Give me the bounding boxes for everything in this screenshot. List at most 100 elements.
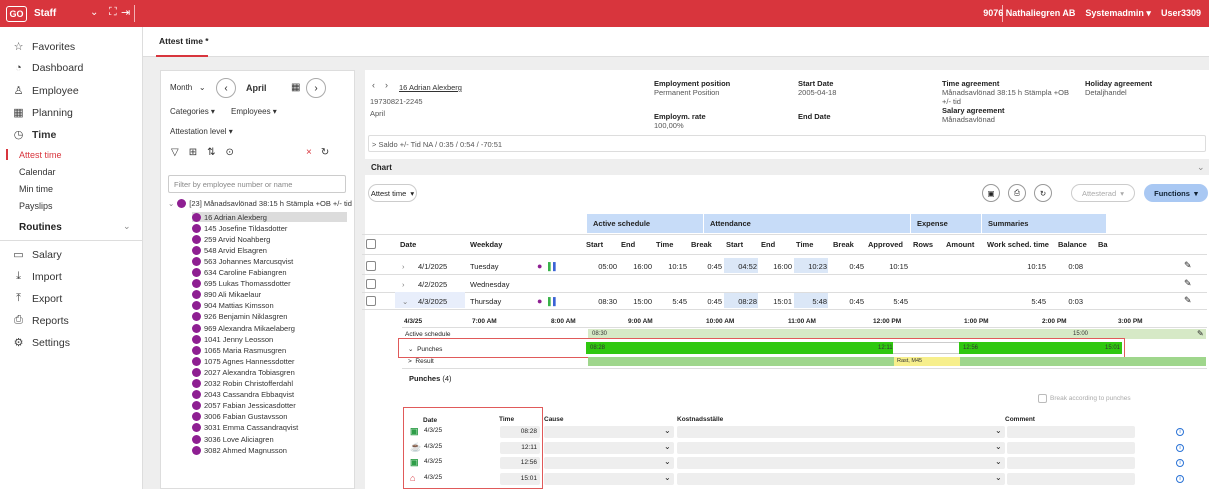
check-circle-icon[interactable]: ⊙ [225, 147, 233, 158]
close-icon[interactable]: × [306, 147, 312, 158]
info-icon[interactable]: i [1176, 474, 1184, 483]
nav-favorites[interactable]: ☆ Favorites [0, 40, 143, 54]
edit-icon[interactable]: ✎ [1184, 278, 1192, 289]
prev-employee-icon[interactable]: ‹ [372, 81, 375, 90]
app-logo[interactable]: GO [6, 5, 27, 22]
nav-reports[interactable]: ⎙ Reports [0, 314, 143, 327]
nav-attest-time[interactable]: Attest time [19, 150, 62, 160]
chart-section-header[interactable]: Chart [365, 159, 1209, 175]
employee-item[interactable]: 695 Lukas Thomassdotter [192, 279, 347, 289]
edit-icon[interactable]: ✎ [1184, 260, 1192, 271]
employee-item[interactable]: 634 Caroline Fabiangren [192, 268, 347, 278]
attest-time-select[interactable]: Attest time ▾ [368, 184, 417, 202]
employee-item[interactable]: 2043 Cassandra Ebbaqvist [192, 390, 347, 400]
row-checkbox[interactable] [366, 261, 376, 271]
employee-item[interactable]: 3031 Emma Cassandraqvist [192, 423, 347, 433]
employee-item[interactable]: 2032 Robin Christofferdahl [192, 379, 347, 389]
employee-item[interactable]: 2027 Alexandra Tobiasgren [192, 367, 347, 377]
row-chevron-right-icon[interactable]: › [402, 262, 405, 271]
next-employee-icon[interactable]: › [385, 81, 388, 90]
punch-cost-select[interactable] [677, 457, 1005, 469]
employee-item[interactable]: 259 Arvid Noahberg [192, 234, 347, 244]
info-icon[interactable]: i [1176, 459, 1184, 467]
reload-icon[interactable]: ↻ [1034, 184, 1052, 202]
punch-comment-field[interactable] [1007, 426, 1135, 438]
refresh-icon[interactable]: ↻ [321, 147, 329, 158]
employee-filter-input[interactable]: Filter by employee number or name [168, 175, 346, 193]
nav-time[interactable]: ◷ Time [0, 128, 143, 142]
employee-item[interactable]: 548 Arvid Elsagren [192, 245, 347, 255]
punch-cost-select[interactable] [677, 441, 1005, 454]
nav-min-time[interactable]: Min time [19, 184, 53, 194]
employee-item[interactable]: 969 Alexandra Mikaelaberg [192, 323, 347, 333]
punch-cause-select[interactable] [544, 457, 674, 469]
info-icon[interactable]: i [1176, 443, 1184, 452]
employee-group[interactable]: ⌄ [23] Månadsavlönad 38:15 h Stämpla +OB … [168, 198, 352, 208]
employee-item[interactable]: 16 Adrian Alexberg [192, 212, 347, 222]
row-chevron-right-icon[interactable]: › [402, 280, 405, 289]
chart-chevron-down-icon[interactable]: ⌄ [1197, 162, 1205, 173]
employee-link[interactable]: 16 Adrian Alexberg [399, 83, 462, 92]
grid-icon[interactable]: ⊞ [189, 147, 197, 158]
punch-comment-field[interactable] [1007, 457, 1135, 469]
prev-month-button[interactable]: ‹ [216, 78, 236, 98]
print-icon[interactable]: ⎙ [1008, 184, 1026, 202]
categories-select[interactable]: Categories ▾ [170, 107, 215, 116]
nav-export[interactable]: ⤒ Export [0, 292, 143, 305]
edit-icon[interactable]: ✎ [1184, 295, 1192, 306]
nav-dashboard[interactable]: ◔ Dashboard [0, 62, 143, 74]
punch-comment-field[interactable] [1007, 472, 1135, 485]
tab-attest-time[interactable]: Attest time * [159, 36, 209, 46]
row-chevron-down-icon[interactable]: ⌄ [402, 297, 408, 306]
nav-employee[interactable]: ♙ Employee [0, 84, 143, 98]
period-select[interactable]: Month ⌄ [170, 83, 206, 92]
filter-icon[interactable]: ▽ [171, 147, 179, 158]
punch-comment-field[interactable] [1007, 441, 1135, 454]
nav-settings[interactable]: ⚙ Settings [0, 336, 143, 350]
nav-import[interactable]: ⤓ Import [0, 270, 143, 283]
employee-item[interactable]: 904 Mattias Kimsson [192, 301, 347, 311]
calendar-view-icon[interactable]: ▣ [982, 184, 1000, 202]
edit-schedule-icon[interactable]: ✎ [1197, 329, 1204, 338]
next-month-button[interactable]: › [306, 78, 326, 98]
nav-salary[interactable]: ▭ Salary [0, 248, 143, 262]
result-row-label[interactable]: > Result [408, 358, 434, 365]
user-name[interactable]: User3309 [1161, 8, 1201, 19]
role-dropdown[interactable]: Systemadmin ▾ [1085, 8, 1151, 19]
punch-cause-select[interactable] [544, 441, 674, 454]
punch-cause-select[interactable] [544, 426, 674, 438]
logout-icon[interactable]: ⇥ [121, 6, 130, 19]
module-chevron-down-icon[interactable]: ⌄ [90, 7, 98, 18]
employee-item[interactable]: 145 Josefine Tildasdotter [192, 223, 347, 233]
attesterad-select[interactable]: Attesterad ▾ [1071, 184, 1135, 202]
nav-planning[interactable]: ▦ Planning [0, 106, 143, 120]
attestation-level-select[interactable]: Attestation level ▾ [170, 127, 233, 136]
employee-item[interactable]: 926 Benjamin Niklasgren [192, 312, 347, 322]
company-name[interactable]: 9076 Nathaliegren AB [983, 8, 1075, 19]
punch-cost-select[interactable] [677, 472, 1005, 485]
routines-chevron-icon[interactable]: ⌄ [123, 221, 131, 232]
break-punches-checkbox[interactable] [1038, 394, 1047, 403]
row-checkbox[interactable] [366, 296, 376, 306]
employee-item[interactable]: 3006 Fabian Gustavsson [192, 412, 347, 422]
punch-cause-select[interactable] [544, 472, 674, 485]
employee-item[interactable]: 3082 Ahmed Magnusson [192, 445, 347, 455]
calendar-icon[interactable]: ▦ [291, 82, 300, 93]
nav-routines[interactable]: Routines [19, 222, 62, 233]
info-icon[interactable]: i [1176, 428, 1184, 436]
nav-payslips[interactable]: Payslips [19, 201, 53, 211]
employee-item[interactable]: 563 Johannes Marcusqvist [192, 256, 347, 266]
employees-select[interactable]: Employees ▾ [231, 107, 277, 116]
nav-calendar[interactable]: Calendar [19, 167, 56, 177]
row-checkbox[interactable] [366, 279, 376, 289]
functions-button[interactable]: Functions ▾ [1144, 184, 1208, 202]
employee-item[interactable]: 2057 Fabian Jessicasdotter [192, 401, 347, 411]
employee-item[interactable]: 1075 Agnes Hannessdotter [192, 356, 347, 366]
employee-item[interactable]: 3036 Love Aliciagren [192, 434, 347, 444]
select-all-checkbox[interactable] [366, 239, 376, 249]
employee-item[interactable]: 890 Ali Mikaelaur [192, 290, 347, 300]
employee-item[interactable]: 1041 Jenny Leosson [192, 334, 347, 344]
sort-icon[interactable]: ⇅ [207, 147, 215, 158]
expand-icon[interactable]: ⛶ [109, 6, 117, 19]
punch-cost-select[interactable] [677, 426, 1005, 438]
